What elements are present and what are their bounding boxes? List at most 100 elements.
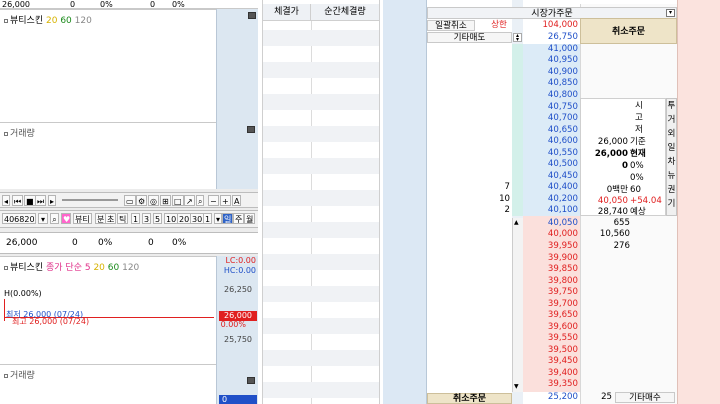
ask-price[interactable]: 40,850	[523, 78, 578, 89]
prev-end-icon[interactable]: ◂	[2, 195, 11, 206]
period-5[interactable]: 5	[153, 213, 163, 224]
zoom-out-icon[interactable]: −	[208, 195, 219, 206]
dropdown-icon[interactable]: ▾	[666, 9, 675, 17]
current-label: 현재	[630, 149, 646, 159]
tab-month[interactable]: 월	[244, 213, 256, 224]
side-tab-daily[interactable]: 일	[667, 143, 676, 154]
zoom-icon[interactable]: ⌕	[196, 195, 205, 206]
stop-icon[interactable]: ■	[24, 195, 36, 206]
price-chart-1[interactable]: 뷰티스킨 20 60 120	[0, 9, 216, 122]
period-1b[interactable]: 1	[203, 213, 213, 224]
ask-price[interactable]: 40,650	[523, 125, 578, 136]
next-end-icon[interactable]: ▸	[48, 195, 57, 206]
side-tab-foreign[interactable]: 외	[667, 129, 676, 140]
cancel-all-button[interactable]: 일괄취소	[427, 20, 475, 31]
bid-price[interactable]: 39,600	[523, 322, 578, 333]
bid-price[interactable]: 39,700	[523, 299, 578, 310]
orderbook-scrollbar[interactable]: ▲ ▼	[512, 218, 523, 392]
top-quote-strip: 26,000 0 0% 0 0%	[0, 0, 258, 9]
lc-label: LC:0.00	[225, 256, 256, 265]
side-tab-rights[interactable]: 권	[667, 185, 676, 196]
text-icon[interactable]: A	[232, 195, 242, 206]
tab-week[interactable]: 주	[233, 213, 245, 224]
panel-square-icon	[4, 18, 8, 23]
bid-price[interactable]: 39,500	[523, 345, 578, 356]
tab-day[interactable]: 일	[222, 213, 234, 224]
ask-price[interactable]: 40,600	[523, 136, 578, 147]
period-3[interactable]: 3	[142, 213, 152, 224]
scroll-up-icon[interactable]: ▲	[514, 219, 519, 226]
ask-price[interactable]: 40,800	[523, 90, 578, 101]
high-mark: 최고 26,000 (07/24)	[12, 317, 90, 326]
side-tab-other[interactable]: 기	[667, 199, 676, 210]
quote-qty: 0	[72, 238, 78, 248]
side-tab-chart[interactable]: 차	[667, 157, 676, 168]
volume-chart-1[interactable]: 거래량	[0, 122, 216, 189]
bid-price[interactable]: 40,000	[523, 229, 578, 240]
ask-price[interactable]: 40,750	[523, 102, 578, 113]
tick-25750: 25,750	[224, 335, 252, 344]
bid-price[interactable]: 39,450	[523, 356, 578, 367]
close-icon[interactable]	[247, 377, 255, 384]
rewind-icon[interactable]: ⏮	[12, 195, 24, 206]
bid-price[interactable]: 39,650	[523, 310, 578, 321]
forward-icon[interactable]: ⏭	[35, 195, 47, 206]
ask-qty: 2	[504, 205, 510, 215]
zoom-in-icon[interactable]: +	[220, 195, 231, 206]
bid-price[interactable]: 39,950	[523, 241, 578, 252]
stock-code-input[interactable]: 406820	[2, 213, 36, 224]
side-tab-news[interactable]: 뉴	[667, 171, 676, 182]
close-icon[interactable]	[248, 12, 256, 19]
period-1[interactable]: 1	[131, 213, 141, 224]
close-icon[interactable]	[247, 126, 255, 133]
other-sell-button[interactable]: 기타매도	[427, 32, 512, 43]
panel-square-icon	[4, 373, 8, 378]
current-pct: 0.00%	[220, 320, 246, 329]
side-tab-investor[interactable]: 투	[667, 101, 676, 112]
bid-price[interactable]: 39,800	[523, 276, 578, 287]
volume-chart-2[interactable]: 거래량	[0, 364, 216, 404]
bid-price[interactable]: 39,550	[523, 333, 578, 344]
other-buy-button[interactable]: 기타매수	[615, 392, 675, 403]
price-chart-2[interactable]: 뷰티스킨 종가 단순 5 20 60 120 H(0.00%) 최저 26,00…	[0, 256, 216, 364]
bid-price[interactable]: 39,900	[523, 253, 578, 264]
draw-icon[interactable]: ↗	[184, 195, 195, 206]
dropdown-icon[interactable]: ▾	[214, 213, 223, 224]
side-tab-trade[interactable]: 거	[667, 115, 676, 126]
quote-pct: 0%	[98, 238, 113, 248]
favorite-icon[interactable]: ♥	[61, 213, 71, 224]
indicator-icon[interactable]: ◎	[148, 195, 159, 206]
cancel-order-footer[interactable]: 취소주문	[427, 393, 512, 404]
sell-order-column[interactable]	[383, 0, 427, 404]
ask-price[interactable]: 40,100	[523, 205, 578, 216]
ask-price[interactable]: 40,550	[523, 148, 578, 159]
bid-price[interactable]: 40,050	[523, 218, 578, 229]
search-icon[interactable]: ⌕	[50, 213, 59, 224]
window-icon[interactable]: ▭	[124, 195, 136, 206]
buy-order-column[interactable]	[677, 0, 720, 404]
scroll-down-icon[interactable]: ▼	[514, 383, 519, 390]
tab-beauty[interactable]: 뷰티	[73, 213, 92, 224]
volume-label: 거래량	[10, 371, 35, 381]
grid-icon[interactable]: ⊞	[160, 195, 171, 206]
cancel-order-header[interactable]: 취소주문	[580, 18, 677, 44]
ask-price[interactable]: 40,400	[523, 182, 578, 193]
tab-sec[interactable]: 초	[105, 213, 117, 224]
ask-price[interactable]: 40,500	[523, 159, 578, 170]
ask-price[interactable]: 40,450	[523, 171, 578, 182]
square-icon[interactable]: □	[172, 195, 184, 206]
dropdown-icon[interactable]: ▾	[38, 213, 48, 224]
bid-price[interactable]: 39,350	[523, 379, 578, 390]
spin-icon[interactable]: ▴ ▾	[513, 33, 522, 43]
settings-icon[interactable]: ⚙	[136, 195, 148, 206]
tab-tick[interactable]: 틱	[117, 213, 129, 224]
ask-price[interactable]: 40,950	[523, 55, 578, 66]
ask-price[interactable]: 40,700	[523, 113, 578, 124]
bid-price[interactable]: 39,850	[523, 264, 578, 275]
ask-price[interactable]: 40,200	[523, 194, 578, 205]
bid-price[interactable]: 39,750	[523, 287, 578, 298]
scroll-slider[interactable]	[62, 199, 118, 201]
ask-price[interactable]: 41,000	[523, 44, 578, 55]
ask-price[interactable]: 40,900	[523, 67, 578, 78]
bid-price[interactable]: 39,400	[523, 368, 578, 379]
